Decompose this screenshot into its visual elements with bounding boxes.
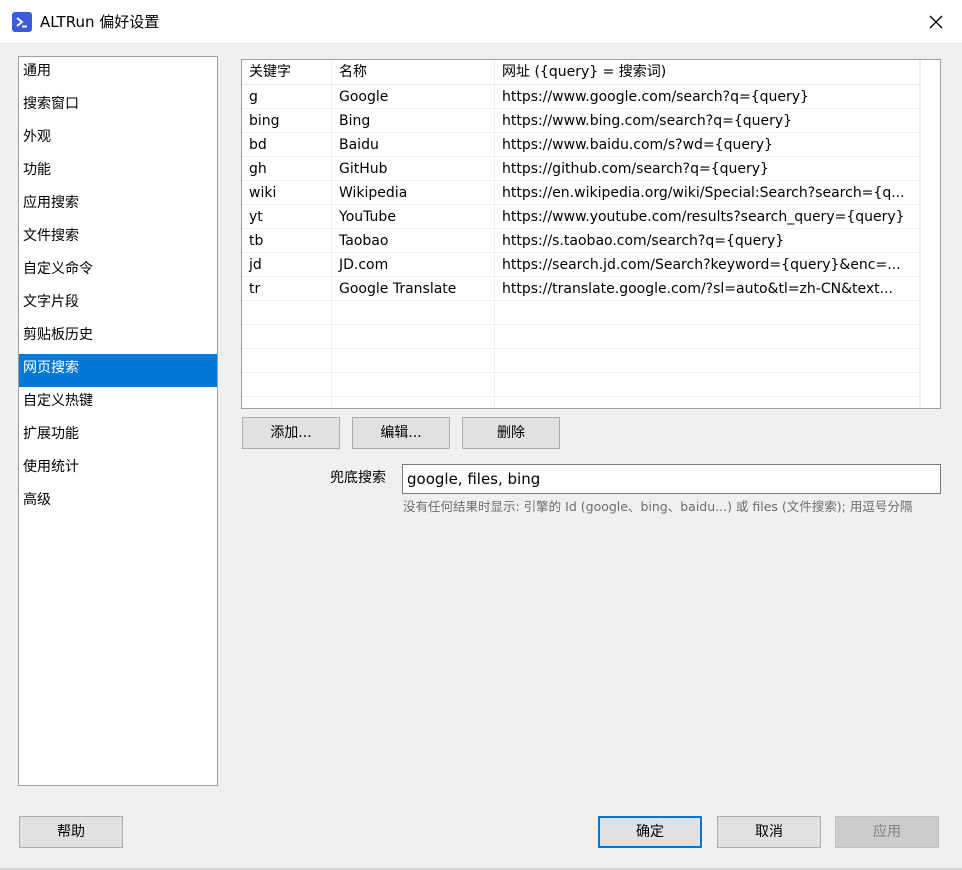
- close-button[interactable]: [920, 6, 952, 38]
- search-engine-table[interactable]: 关键字 名称 网址 ({query} = 搜索词) g Google https:/…: [241, 59, 941, 409]
- sidebar-item[interactable]: 扩展功能: [19, 420, 217, 453]
- column-header-name[interactable]: 名称: [332, 60, 495, 84]
- keyword-cell: gh: [242, 157, 332, 181]
- window-title: ALTRun 偏好设置: [40, 13, 160, 31]
- table-row[interactable]: jd JD.com https://search.jd.com/Search?key…: [242, 253, 920, 277]
- url-cell: [495, 325, 920, 349]
- keyword-cell: wiki: [242, 181, 332, 205]
- table-row[interactable]: g Google https://www.google.com/search?q={…: [242, 85, 920, 109]
- settings-category-list[interactable]: 通用 搜索窗口 外观 功能 应用搜索 文件搜索 自定义命令 文字片段 剪贴板历史 网页搜索 自定义热…: [18, 56, 218, 786]
- fallback-search-label: 兜底搜索: [330, 470, 386, 486]
- name-cell: [332, 325, 495, 349]
- name-cell: [332, 373, 495, 397]
- sidebar-item[interactable]: 自定义命令: [19, 255, 217, 288]
- url-cell: https://www.google.com/search?q={query}: [495, 85, 920, 109]
- table-row[interactable]: yt YouTube https://www.youtube.com/results…: [242, 205, 920, 229]
- url-cell: https://www.baidu.com/s?wd={query}: [495, 133, 920, 157]
- url-cell: https://github.com/search?q={query}: [495, 157, 920, 181]
- sidebar-item[interactable]: 网页搜索: [19, 354, 217, 387]
- table-right-gutter: [920, 60, 940, 408]
- url-cell: https://en.wikipedia.org/wiki/Special:Se…: [495, 181, 920, 205]
- keyword-cell: [242, 397, 332, 408]
- table-row: [242, 301, 920, 325]
- keyword-cell: bing: [242, 109, 332, 133]
- name-cell: [332, 397, 495, 408]
- name-cell: Taobao: [332, 229, 495, 253]
- ok-button[interactable]: 确定: [598, 816, 702, 848]
- apply-button[interactable]: 应用: [835, 816, 939, 848]
- name-cell: Google Translate: [332, 277, 495, 301]
- name-cell: [332, 349, 495, 373]
- sidebar-item[interactable]: 使用统计: [19, 453, 217, 486]
- title-bar: ALTRun 偏好设置: [0, 0, 962, 44]
- delete-button[interactable]: 删除: [462, 417, 560, 449]
- url-cell: [495, 373, 920, 397]
- cancel-button[interactable]: 取消: [717, 816, 821, 848]
- fallback-search-hint: 没有任何结果时显示: 引擎的 Id (google、bing、baidu...)…: [403, 499, 913, 514]
- url-cell: https://s.taobao.com/search?q={query}: [495, 229, 920, 253]
- keyword-cell: bd: [242, 133, 332, 157]
- sidebar-item[interactable]: 外观: [19, 123, 217, 156]
- table-row[interactable]: bing Bing https://www.bing.com/search?q={q…: [242, 109, 920, 133]
- sidebar-item[interactable]: 高级: [19, 486, 217, 519]
- table-row[interactable]: gh GitHub https://github.com/search?q={que…: [242, 157, 920, 181]
- keyword-cell: [242, 373, 332, 397]
- sidebar-item[interactable]: 文字片段: [19, 288, 217, 321]
- name-cell: Baidu: [332, 133, 495, 157]
- url-cell: https://search.jd.com/Search?keyword={qu…: [495, 253, 920, 277]
- close-icon: [929, 15, 943, 29]
- table-row[interactable]: tb Taobao https://s.taobao.com/search?q={q…: [242, 229, 920, 253]
- keyword-cell: [242, 349, 332, 373]
- sidebar-item[interactable]: 功能: [19, 156, 217, 189]
- sidebar-item[interactable]: 通用: [19, 57, 217, 90]
- name-cell: GitHub: [332, 157, 495, 181]
- sidebar-item[interactable]: 文件搜索: [19, 222, 217, 255]
- table-row: [242, 373, 920, 397]
- name-cell: Wikipedia: [332, 181, 495, 205]
- name-cell: [332, 301, 495, 325]
- fallback-search-input[interactable]: google, files, bing: [402, 464, 941, 494]
- name-cell: YouTube: [332, 205, 495, 229]
- url-cell: https://translate.google.com/?sl=auto&tl…: [495, 277, 920, 301]
- terminal-prompt-icon: [12, 12, 32, 32]
- help-button[interactable]: 帮助: [19, 816, 123, 848]
- url-cell: [495, 301, 920, 325]
- sidebar-item[interactable]: 应用搜索: [19, 189, 217, 222]
- sidebar-item[interactable]: 搜索窗口: [19, 90, 217, 123]
- table-row: [242, 325, 920, 349]
- sidebar-item[interactable]: 自定义热键: [19, 387, 217, 420]
- keyword-cell: g: [242, 85, 332, 109]
- url-cell: https://www.youtube.com/results?search_q…: [495, 205, 920, 229]
- table-row[interactable]: wiki Wikipedia https://en.wikipedia.org/wi…: [242, 181, 920, 205]
- table-row[interactable]: tr Google Translate https://translate.goog…: [242, 277, 920, 301]
- add-button[interactable]: 添加...: [242, 417, 340, 449]
- keyword-cell: tb: [242, 229, 332, 253]
- keyword-cell: yt: [242, 205, 332, 229]
- sidebar-item[interactable]: 剪贴板历史: [19, 321, 217, 354]
- keyword-cell: [242, 325, 332, 349]
- table-row: [242, 349, 920, 373]
- keyword-cell: tr: [242, 277, 332, 301]
- table-header: 关键字 名称 网址 ({query} = 搜索词): [242, 60, 920, 84]
- column-header-url[interactable]: 网址 ({query} = 搜索词): [495, 60, 920, 84]
- url-cell: [495, 397, 920, 408]
- url-cell: [495, 349, 920, 373]
- table-row[interactable]: bd Baidu https://www.baidu.com/s?wd={query…: [242, 133, 920, 157]
- name-cell: JD.com: [332, 253, 495, 277]
- column-header-keyword[interactable]: 关键字: [242, 60, 332, 84]
- name-cell: Bing: [332, 109, 495, 133]
- keyword-cell: [242, 301, 332, 325]
- edit-button[interactable]: 编辑...: [352, 417, 450, 449]
- url-cell: https://www.bing.com/search?q={query}: [495, 109, 920, 133]
- keyword-cell: jd: [242, 253, 332, 277]
- table-row: [242, 397, 920, 408]
- name-cell: Google: [332, 85, 495, 109]
